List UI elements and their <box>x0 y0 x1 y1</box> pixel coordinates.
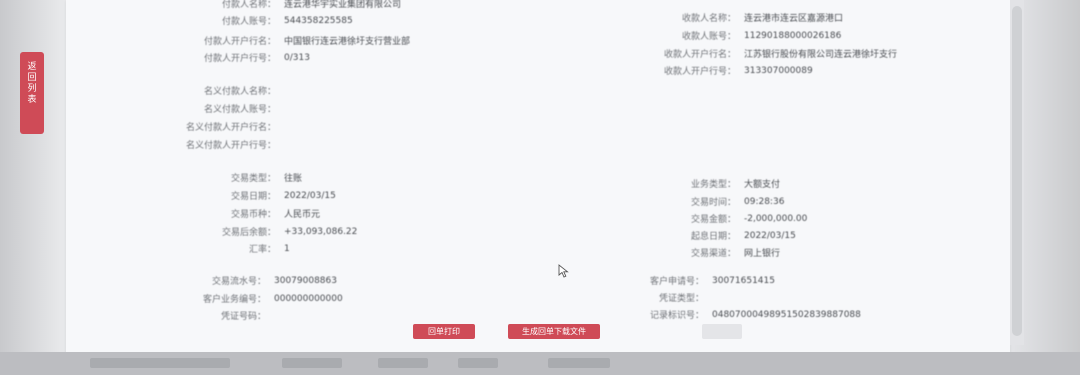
taskbar-item[interactable] <box>378 358 428 368</box>
nominal-payer-bank-row: 名义付款人开户行名： <box>76 120 276 133</box>
taskbar-item[interactable] <box>458 358 498 368</box>
trade-type-label: 交易类型： <box>230 174 276 184</box>
payer-name-row: 付款人名称： 连云港华宇实业集团有限公司 <box>76 0 401 10</box>
side-tab-char: 返 <box>27 62 37 72</box>
trade-time-label: 交易时间： <box>690 198 736 208</box>
back-to-list-tab[interactable]: 返 回 列 表 <box>20 52 44 134</box>
trade-balance-row: 交易后余额： +33,093,086.22 <box>76 225 358 239</box>
apply-no-row: 客户申请号： 30071651415 <box>508 274 775 288</box>
payer-account-value: 544358225585 <box>284 15 353 26</box>
payer-name-value: 连云港华宇实业集团有限公司 <box>284 0 402 10</box>
payee-bank-label: 收款人开户行名： <box>663 50 736 60</box>
nominal-payer-bank-no-row: 名义付款人开户行号： <box>76 138 276 151</box>
taskbar-item[interactable] <box>282 358 342 368</box>
record-id-label: 记录标识号： <box>649 311 704 321</box>
scrollbar-thumb[interactable] <box>1012 6 1022 336</box>
trade-channel-row: 交易渠道： 网上银行 <box>576 246 780 259</box>
trade-time-row: 交易时间： 09:28:36 <box>576 195 785 209</box>
value-date-row: 起息日期： 2022/03/15 <box>576 229 796 243</box>
payee-name-row: 收款人名称： 连云港市连云区嘉源港口 <box>576 11 843 24</box>
value-date-label: 起息日期： <box>690 232 736 242</box>
trade-currency-row: 交易币种： 人民币元 <box>76 207 320 220</box>
trade-rate-label: 汇率： <box>248 245 276 255</box>
trade-channel-value: 网上银行 <box>744 249 781 259</box>
voucher-type-label: 凭证类型： <box>658 294 704 304</box>
serial-label: 交易流水号： <box>211 277 266 287</box>
side-tab-char: 回 <box>27 73 37 83</box>
payer-name-label: 付款人名称： <box>221 0 276 10</box>
payee-account-value: 11290188000026186 <box>744 30 842 41</box>
trade-channel-label: 交易渠道： <box>690 249 736 259</box>
value-date-value: 2022/03/15 <box>744 230 796 241</box>
payer-bank-no-row: 付款人开户行号： 0/313 <box>76 51 310 65</box>
payee-bank-row: 收款人开户行名： 江苏银行股份有限公司连云港徐圩支行 <box>576 47 897 60</box>
payer-bank-no-value: 0/313 <box>284 52 310 63</box>
payee-bank-no-value: 313307000089 <box>744 65 813 76</box>
nominal-payer-bank-no-label: 名义付款人开户行号： <box>185 141 276 151</box>
trade-currency-label: 交易币种： <box>230 210 276 220</box>
trade-amount-row: 交易金额： -2,000,000.00 <box>576 212 808 226</box>
payee-bank-no-row: 收款人开户行号： 313307000089 <box>576 64 813 78</box>
trade-balance-label: 交易后余额： <box>221 228 276 238</box>
trade-balance-value: +33,093,086.22 <box>284 226 358 237</box>
payer-account-row: 付款人账号： 544358225585 <box>76 14 353 28</box>
nominal-payer-name-label: 名义付款人名称： <box>203 87 276 97</box>
apply-no-value: 30071651415 <box>712 275 775 286</box>
trade-date-row: 交易日期： 2022/03/15 <box>76 189 336 203</box>
disabled-button <box>702 324 742 339</box>
transaction-detail-panel: 付款人名称： 连云港华宇实业集团有限公司 付款人账号： 544358225585… <box>66 0 1010 353</box>
vertical-scrollbar[interactable] <box>1010 0 1024 345</box>
biz-type-row: 业务类型： 大额支付 <box>576 177 780 190</box>
voucher-type-row: 凭证类型： <box>508 291 712 304</box>
nominal-payer-account-label: 名义付款人账号： <box>203 105 276 115</box>
record-id-row: 记录标识号： 04807000498951502839887088 <box>508 308 861 322</box>
payer-bank-value: 中国银行连云港徐圩支行营业部 <box>284 37 411 47</box>
payer-bank-label: 付款人开户行名： <box>203 37 276 47</box>
mouse-cursor-icon <box>558 264 569 278</box>
biz-no-row: 客户业务编号： 000000000000 <box>66 292 343 306</box>
side-tab-char: 列 <box>27 84 37 94</box>
payee-account-label: 收款人账号： <box>681 32 736 42</box>
taskbar-item[interactable] <box>90 358 230 368</box>
trade-type-value: 往账 <box>284 174 303 184</box>
serial-row: 交易流水号： 30079008863 <box>66 274 337 288</box>
taskbar <box>0 352 1080 375</box>
voucher-no-label: 凭证号码： <box>220 312 266 322</box>
apply-no-label: 客户申请号： <box>649 277 704 287</box>
trade-amount-label: 交易金额： <box>690 215 736 225</box>
payee-bank-no-label: 收款人开户行号： <box>663 67 736 77</box>
payee-name-label: 收款人名称： <box>681 14 736 24</box>
print-receipt-button[interactable]: 回单打印 <box>413 324 475 339</box>
side-tab-char: 表 <box>27 95 37 105</box>
payee-name-value: 连云港市连云区嘉源港口 <box>744 14 844 24</box>
record-id-value: 04807000498951502839887088 <box>712 309 861 320</box>
voucher-no-row: 凭证号码： <box>66 309 274 322</box>
generate-download-file-button[interactable]: 生成回单下载文件 <box>508 324 600 339</box>
payer-account-label: 付款人账号： <box>221 17 276 27</box>
biz-no-label: 客户业务编号： <box>202 295 266 305</box>
trade-type-row: 交易类型： 往账 <box>76 171 302 184</box>
biz-no-value: 000000000000 <box>274 293 343 304</box>
trade-currency-value: 人民币元 <box>284 210 321 220</box>
payee-account-row: 收款人账号： 11290188000026186 <box>576 29 842 43</box>
biz-type-value: 大额支付 <box>744 180 781 190</box>
nominal-payer-bank-label: 名义付款人开户行名： <box>185 123 276 133</box>
trade-amount-value: -2,000,000.00 <box>744 213 808 224</box>
trade-date-label: 交易日期： <box>230 192 276 202</box>
payee-bank-value: 江苏银行股份有限公司连云港徐圩支行 <box>744 50 898 60</box>
serial-value: 30079008863 <box>274 275 337 286</box>
trade-time-value: 09:28:36 <box>744 196 785 207</box>
nominal-payer-name-row: 名义付款人名称： <box>76 84 276 97</box>
biz-type-label: 业务类型： <box>690 180 736 190</box>
taskbar-item[interactable] <box>548 358 610 368</box>
payer-bank-no-label: 付款人开户行号： <box>203 54 276 64</box>
trade-rate-row: 汇率： 1 <box>76 242 290 256</box>
trade-date-value: 2022/03/15 <box>284 190 336 201</box>
payer-bank-row: 付款人开户行名： 中国银行连云港徐圩支行营业部 <box>76 34 410 47</box>
trade-rate-value: 1 <box>284 243 290 254</box>
nominal-payer-account-row: 名义付款人账号： <box>76 102 276 115</box>
